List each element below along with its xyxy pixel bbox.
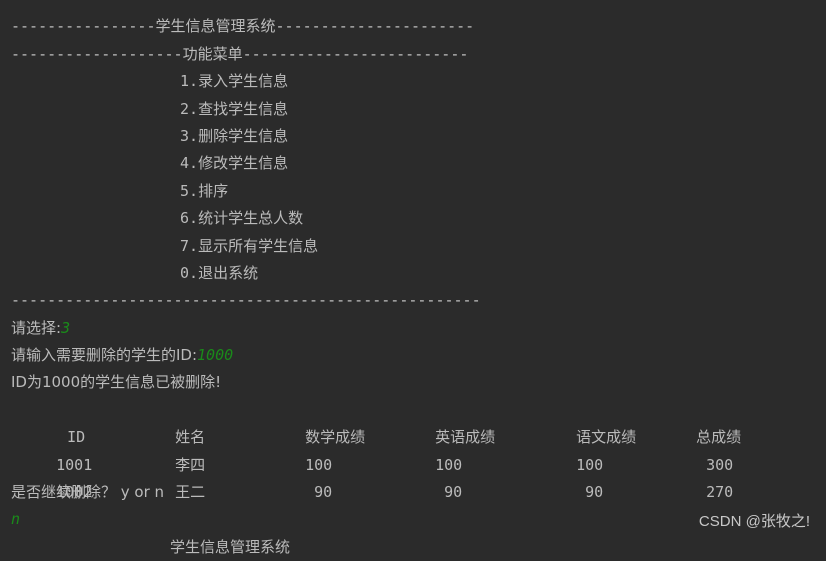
menu-item-label: 录入学生信息 — [198, 72, 289, 91]
table-header-cell: 数学成绩 — [305, 428, 366, 447]
menu-title: 功能菜单 — [182, 44, 243, 63]
menu-item-number: 1. — [180, 72, 199, 91]
table-cell: 270 — [706, 483, 734, 502]
table-header-cell: 总成绩 — [696, 428, 742, 447]
menu-item: 2.查找学生信息 — [11, 96, 741, 123]
menu-item-label: 修改学生信息 — [198, 154, 289, 173]
table-header-cell: ID — [67, 428, 86, 447]
menu-title-line: -------------------功能菜单-----------------… — [11, 41, 741, 68]
dash-divider: ------------------------- — [242, 44, 469, 63]
menu-item: 5.排序 — [11, 178, 741, 205]
menu-item-label: 查找学生信息 — [198, 99, 289, 118]
table-header-cell: 语文成绩 — [576, 428, 637, 447]
menu-item: 0.退出系统 — [11, 260, 741, 287]
table-cell: 李四 — [175, 455, 206, 474]
menu-item: 7.显示所有学生信息 — [11, 233, 741, 260]
menu-item-label: 退出系统 — [198, 263, 259, 282]
id-input[interactable]: 1000 — [197, 346, 233, 364]
table-cell: 王二 — [175, 483, 206, 502]
deleted-message: ID为1000的学生信息已被删除! — [11, 373, 222, 392]
menu-item-label: 排序 — [198, 181, 229, 200]
cropped-previous-line — [11, 0, 741, 13]
menu-item-number: 4. — [180, 154, 199, 173]
menu-separator: ----------------------------------------… — [11, 291, 481, 310]
menu-item: 1.录入学生信息 — [11, 68, 741, 95]
menu-item-label: 删除学生信息 — [198, 126, 289, 145]
menu-item-number: 7. — [180, 236, 199, 255]
menu-item-number: 2. — [180, 99, 199, 118]
console-output: ----------------学生信息管理系统----------------… — [11, 0, 741, 561]
continue-input[interactable]: n — [11, 506, 741, 533]
menu-item: 6.统计学生总人数 — [11, 205, 741, 232]
id-prompt-line: 请输入需要删除的学生的ID:1000 — [11, 342, 741, 369]
table-cell: 300 — [706, 455, 734, 474]
menu-item-number: 5. — [180, 181, 199, 200]
dash-divider: ------------------- — [11, 44, 183, 63]
choice-prompt-line: 请选择:3 — [11, 315, 741, 342]
system-title-line: ----------------学生信息管理系统----------------… — [11, 13, 741, 40]
dash-divider: ---------------------- — [275, 17, 475, 36]
table-cell: 90 — [305, 483, 333, 502]
menu-item-label: 显示所有学生信息 — [198, 236, 319, 255]
table-cell: 90 — [576, 483, 604, 502]
menu-item-label: 统计学生总人数 — [198, 209, 304, 228]
csdn-watermark: CSDN @张牧之! — [698, 513, 810, 530]
menu-item-number: 0. — [180, 263, 199, 282]
menu-item-number: 3. — [180, 126, 199, 145]
table-cell: 1001 — [56, 455, 93, 474]
system-title: 学生信息管理系统 — [170, 537, 291, 556]
table-cell: 100 — [305, 455, 333, 474]
dash-divider: ---------------- — [11, 17, 156, 36]
menu-item: 3.删除学生信息 — [11, 123, 741, 150]
table-cell: 90 — [435, 483, 463, 502]
table-header-cell: 姓名 — [175, 428, 206, 447]
choice-input[interactable]: 3 — [61, 319, 70, 337]
choice-prompt: 请选择: — [11, 318, 62, 337]
table-header-row: ID 姓名 数学成绩 英语成绩 语文成绩 总成绩 — [11, 397, 741, 446]
table-cell: 100 — [435, 455, 463, 474]
table-cell: 100 — [576, 455, 604, 474]
system-title: 学生信息管理系统 — [155, 17, 276, 36]
table-header-cell: 英语成绩 — [435, 428, 496, 447]
menu-item-number: 6. — [180, 209, 199, 228]
menu-item: 4.修改学生信息 — [11, 150, 741, 177]
id-prompt: 请输入需要删除的学生的ID: — [11, 346, 198, 365]
